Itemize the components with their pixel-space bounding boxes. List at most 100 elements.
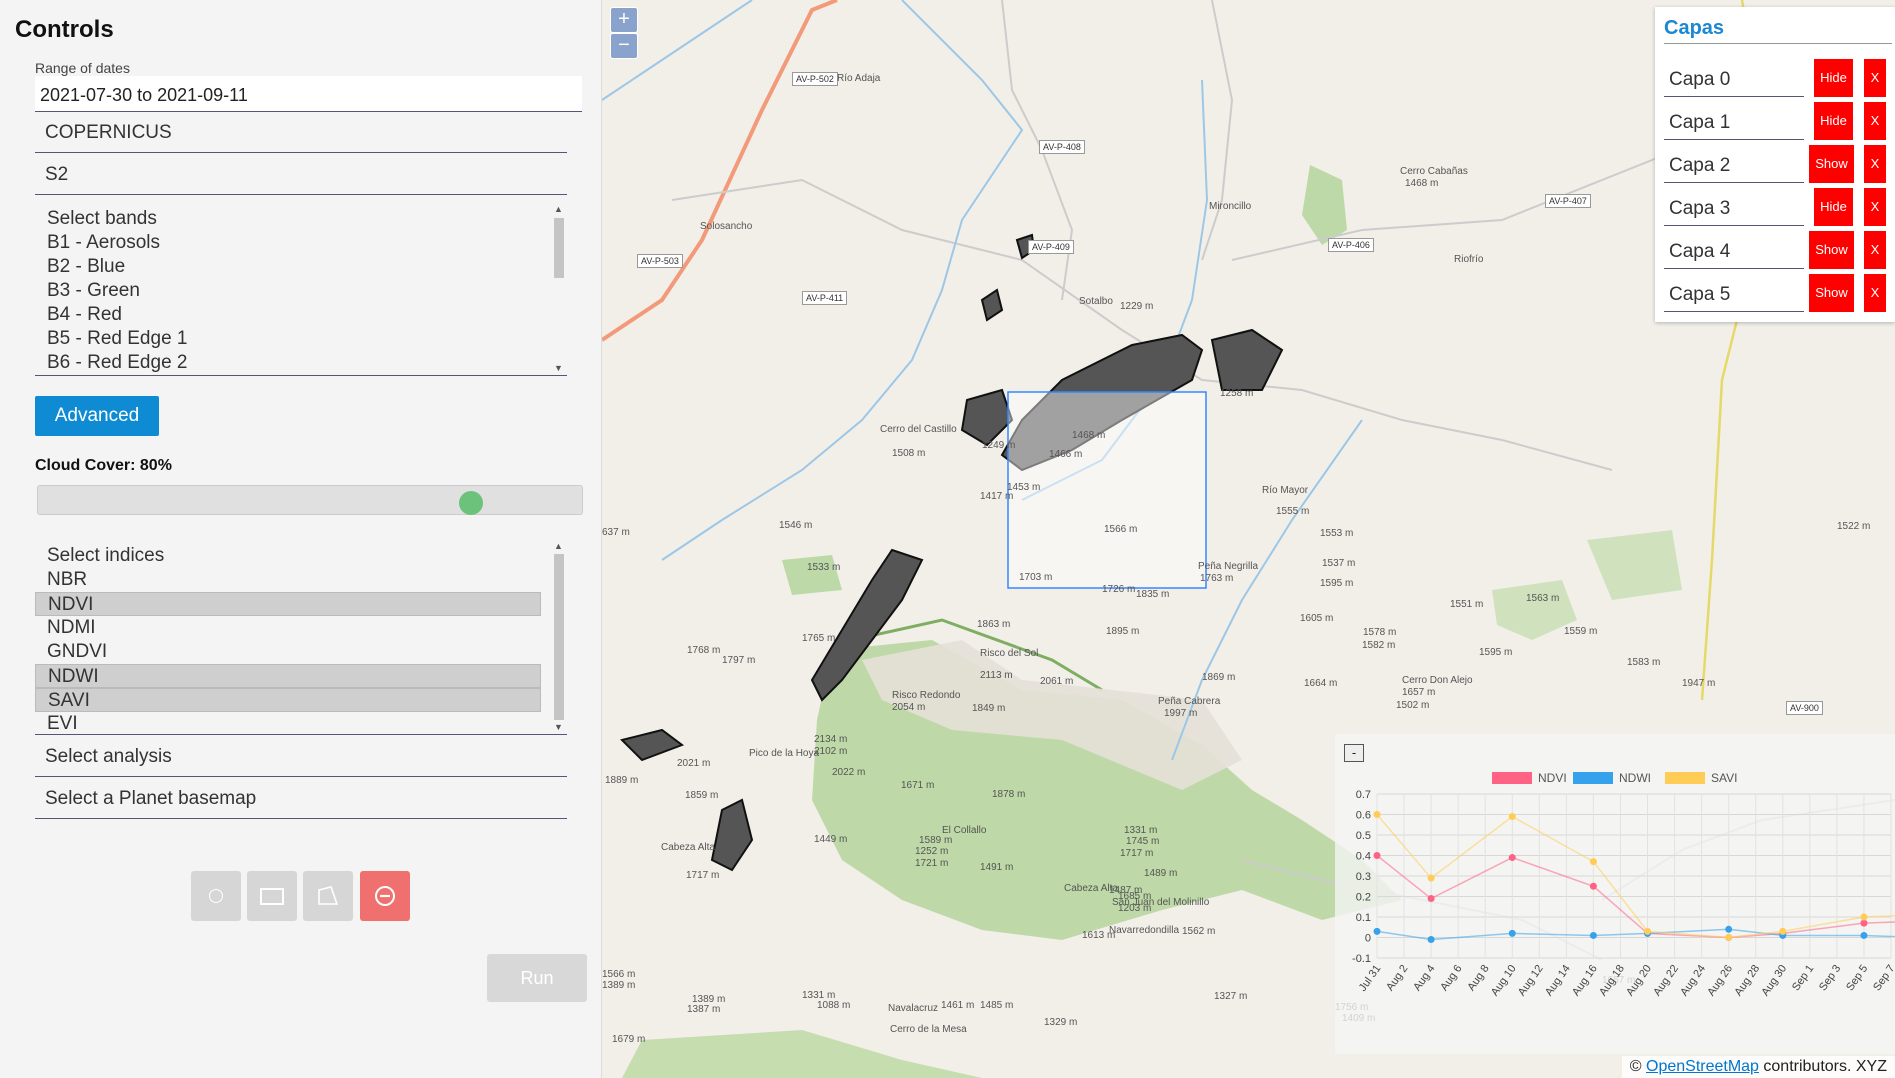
forest-area <box>1587 530 1682 600</box>
map-label: 1768 m <box>687 645 721 656</box>
analysis-select[interactable]: Select analysis <box>35 737 567 777</box>
legend-swatch-ndvi <box>1492 772 1532 784</box>
delete-shape-button[interactable] <box>360 871 410 921</box>
band-option[interactable]: B3 - Green <box>35 279 541 303</box>
index-option[interactable]: NDVI <box>35 592 541 616</box>
map-label: 1389 m <box>602 980 636 991</box>
show-layer-button[interactable]: Show <box>1809 231 1854 269</box>
scroll-down-icon[interactable]: ▼ <box>554 364 563 373</box>
show-layer-button[interactable]: Show <box>1809 274 1854 312</box>
index-option[interactable]: SAVI <box>35 688 541 712</box>
run-button[interactable]: Run <box>487 954 587 1002</box>
map-label: AV-P-503 <box>637 254 683 268</box>
index-option[interactable]: NBR <box>35 568 541 592</box>
hide-layer-button[interactable]: Hide <box>1814 59 1853 97</box>
provider-select[interactable]: COPERNICUS <box>35 113 567 153</box>
date-range-input[interactable]: 2021-07-30 to 2021-09-11 <box>35 76 582 112</box>
remove-layer-button[interactable]: X <box>1864 145 1886 183</box>
basemap-select[interactable]: Select a Planet basemap <box>35 779 567 819</box>
layer-name-input[interactable]: Capa 1 <box>1664 106 1804 140</box>
index-option[interactable]: NDMI <box>35 616 541 640</box>
map-label: 637 m <box>602 527 630 538</box>
sidebar-title: Controls <box>15 16 114 43</box>
map-label: 1533 m <box>807 562 841 573</box>
layer-name-input[interactable]: Capa 3 <box>1664 192 1804 226</box>
indices-listbox[interactable]: Select indices NBR NDVI NDMI GNDVI NDWI SAVI EV… <box>35 540 567 735</box>
map-label: 1605 m <box>1300 613 1334 624</box>
scroll-up-icon[interactable]: ▲ <box>554 205 563 214</box>
y-tick-label: 0.3 <box>1356 871 1371 883</box>
scroll-up-icon[interactable]: ▲ <box>554 542 563 551</box>
band-option[interactable]: B5 - Red Edge 1 <box>35 327 541 351</box>
osm-link[interactable]: OpenStreetMap <box>1646 1058 1759 1075</box>
hide-layer-button[interactable]: Hide <box>1814 102 1853 140</box>
map-label: 1088 m <box>817 1000 851 1011</box>
map-label: 1555 m <box>1276 506 1310 517</box>
data-point-ndwi <box>1427 936 1435 944</box>
x-tick-label: Aug 26 <box>1705 963 1735 998</box>
hide-layer-button[interactable]: Hide <box>1814 188 1853 226</box>
remove-layer-button[interactable]: X <box>1864 188 1886 226</box>
map-label: Cerro de la Mesa <box>890 1024 967 1035</box>
map-label: 2022 m <box>832 767 866 778</box>
scroll-thumb[interactable] <box>554 554 564 720</box>
index-option[interactable]: GNDVI <box>35 640 541 664</box>
cloud-cover-slider-thumb[interactable] <box>458 491 483 515</box>
remove-layer-button[interactable]: X <box>1864 274 1886 312</box>
indices-placeholder: Select indices <box>47 545 165 566</box>
x-tick-label: Aug 8 <box>1465 963 1491 993</box>
map-label: 1387 m <box>687 1004 721 1015</box>
map-label: 1835 m <box>1136 589 1170 600</box>
map-label: Peña Negrilla <box>1198 561 1259 572</box>
zoom-in-button[interactable]: + <box>610 7 638 33</box>
map-label: 1613 m <box>1082 930 1116 941</box>
satellite-select[interactable]: S2 <box>35 155 567 195</box>
map-label: 1765 m <box>802 633 836 644</box>
forest-area <box>622 1030 982 1078</box>
remove-layer-button[interactable]: X <box>1864 102 1886 140</box>
map-label: AV-P-407 <box>1545 194 1591 208</box>
map-label: 1508 m <box>892 448 926 459</box>
map-label: 1485 m <box>980 1000 1014 1011</box>
burned-area <box>620 728 685 762</box>
layer-name-input[interactable]: Capa 2 <box>1664 149 1804 183</box>
layer-name-input[interactable]: Capa 5 <box>1664 278 1804 312</box>
draw-rectangle-button[interactable] <box>247 871 297 921</box>
layer-row: Capa 1 Hide X <box>1664 102 1892 142</box>
map-label: Cerro del Castillo <box>880 424 957 435</box>
draw-circle-button[interactable] <box>191 871 241 921</box>
zoom-out-button[interactable]: − <box>610 33 638 59</box>
layer-name-input[interactable]: Capa 0 <box>1664 63 1804 97</box>
band-option[interactable]: B2 - Blue <box>35 255 541 279</box>
cloud-cover-label: Cloud Cover: 80% <box>35 457 172 474</box>
indices-scrollbar[interactable]: ▲ ▼ <box>551 540 567 734</box>
bands-listbox[interactable]: Select bands B1 - Aerosols B2 - Blue B3 - G… <box>35 203 567 376</box>
scroll-down-icon[interactable]: ▼ <box>554 723 563 732</box>
data-point-ndvi <box>1860 919 1868 927</box>
map-label: 1717 m <box>1120 848 1154 859</box>
map-label: 1878 m <box>992 789 1026 800</box>
band-option[interactable]: B6 - Red Edge 2 <box>35 351 541 375</box>
map-label: 1869 m <box>1202 672 1236 683</box>
remove-layer-button[interactable]: X <box>1864 231 1886 269</box>
remove-layer-button[interactable]: X <box>1864 59 1886 97</box>
burned-area <box>1210 328 1284 391</box>
band-option[interactable]: B4 - Red <box>35 303 541 327</box>
layer-name-input[interactable]: Capa 4 <box>1664 235 1804 269</box>
show-layer-button[interactable]: Show <box>1809 145 1854 183</box>
scroll-thumb[interactable] <box>554 218 564 278</box>
data-point-ndwi <box>1373 927 1381 935</box>
map-label: 1863 m <box>977 619 1011 630</box>
map-label: 1329 m <box>1044 1017 1078 1028</box>
bands-scrollbar[interactable]: ▲ ▼ <box>551 203 567 375</box>
advanced-button[interactable]: Advanced <box>35 396 159 436</box>
band-option[interactable]: B1 - Aerosols <box>35 231 541 255</box>
map-label: 2102 m <box>814 746 848 757</box>
map-label: 2061 m <box>1040 676 1074 687</box>
layer-row: Capa 3 Hide X <box>1664 188 1892 228</box>
index-option[interactable]: EVI <box>35 712 541 734</box>
index-option[interactable]: NDWI <box>35 664 541 688</box>
data-point-savi <box>1508 813 1516 821</box>
cloud-cover-slider[interactable] <box>37 485 583 515</box>
draw-polygon-button[interactable] <box>303 871 353 921</box>
